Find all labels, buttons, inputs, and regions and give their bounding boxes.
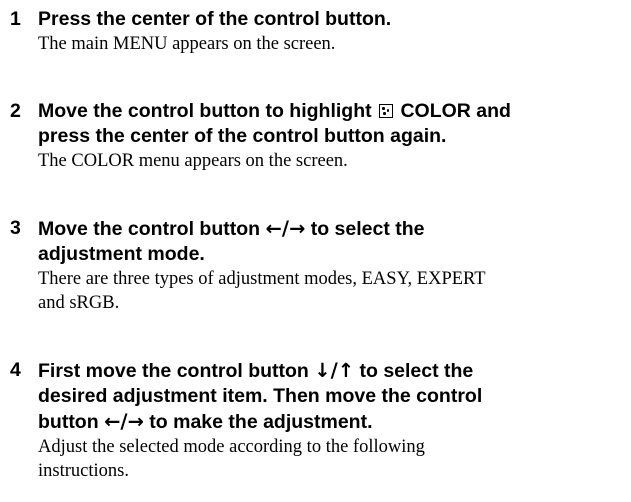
title-text: to make the adjustment. bbox=[149, 411, 373, 433]
step-description: The main MENU appears on the screen. bbox=[38, 34, 336, 54]
step-description: The COLOR menu appears on the screen. bbox=[38, 151, 348, 171]
left-right-arrow-icon: ←/→ bbox=[104, 410, 144, 433]
title-text: Move the control button bbox=[38, 218, 261, 240]
step-description-line-1: There are three types of adjustment mode… bbox=[38, 269, 486, 289]
step-description-line-2: and sRGB. bbox=[38, 293, 120, 313]
step-title-line-2: adjustment mode. bbox=[38, 243, 205, 265]
title-text: COLOR and bbox=[400, 100, 511, 122]
color-menu-icon bbox=[379, 104, 394, 118]
step-title-line-2: desired adjustment item. Then move the c… bbox=[38, 385, 483, 407]
title-text: button bbox=[38, 411, 99, 433]
step-title-line-1: Move the control button to highlight COL… bbox=[38, 99, 631, 124]
step-body: Press the center of the control button. … bbox=[38, 7, 631, 56]
step-title-line-2: press the center of the control button a… bbox=[38, 125, 447, 147]
step-number: 3 bbox=[10, 217, 21, 239]
step-body: Move the control button ←/→ to select th… bbox=[38, 216, 631, 315]
step-description-line-2: instructions. bbox=[38, 461, 129, 481]
title-text: First move the control button bbox=[38, 360, 309, 382]
step-body: Move the control button to highlight COL… bbox=[38, 99, 631, 173]
step-number: 2 bbox=[10, 100, 21, 122]
step-description-line-1: Adjust the selected mode according to th… bbox=[38, 437, 425, 457]
step-title-line-1: First move the control button ↓/↑ to sel… bbox=[38, 358, 631, 384]
down-up-arrow-icon: ↓/↑ bbox=[314, 359, 355, 382]
title-text: Move the control button to highlight bbox=[38, 100, 372, 122]
left-right-arrow-icon: ←/→ bbox=[265, 217, 306, 240]
step-number: 1 bbox=[10, 8, 21, 30]
step-number: 4 bbox=[10, 359, 21, 381]
title-text: to select the bbox=[310, 218, 425, 240]
title-text: to select the bbox=[359, 360, 474, 382]
step-title: Press the center of the control button. bbox=[38, 8, 392, 30]
step-title-line-1: Move the control button ←/→ to select th… bbox=[38, 216, 631, 242]
step-title-line-3: button ←/→ to make the adjustment. bbox=[38, 409, 631, 435]
step-body: First move the control button ↓/↑ to sel… bbox=[38, 358, 631, 483]
